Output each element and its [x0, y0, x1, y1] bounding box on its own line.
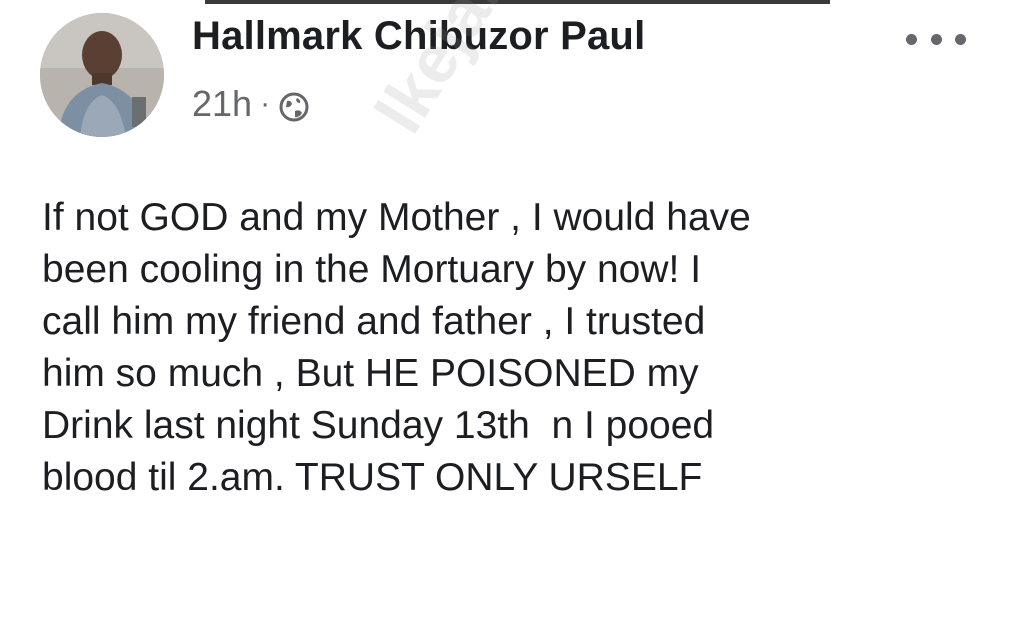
author-name[interactable]: Hallmark Chibuzor Paul	[192, 14, 645, 59]
post-text-line: If not GOD and my Mother , I would have	[42, 196, 751, 239]
meta-separator: ·	[260, 87, 271, 120]
facebook-post: Hallmark Chibuzor Paul 21h · If not GOD …	[0, 0, 1024, 617]
post-text-line: Drink last night Sunday 13th n I pooed	[42, 404, 715, 447]
top-edge-strip	[205, 0, 830, 4]
more-dot	[906, 33, 917, 45]
more-options-icon[interactable]	[906, 24, 966, 54]
post-text-line: blood til 2.am. TRUST ONLY URSELF	[42, 456, 703, 499]
post-text-line: him so much , But HE POISONED my	[42, 352, 699, 395]
avatar[interactable]	[40, 13, 164, 137]
globe-icon[interactable]	[278, 90, 310, 122]
post-text: If not GOD and my Mother , I would have …	[42, 192, 1002, 504]
more-dot	[930, 33, 942, 45]
post-text-line: call him my friend and father , I truste…	[42, 300, 706, 343]
post-timestamp[interactable]: 21h	[192, 83, 252, 125]
post-meta: 21h ·	[192, 82, 310, 126]
more-dot	[955, 33, 966, 45]
avatar-photo	[40, 13, 164, 137]
post-text-line: been cooling in the Mortuary by now! I	[42, 248, 702, 291]
